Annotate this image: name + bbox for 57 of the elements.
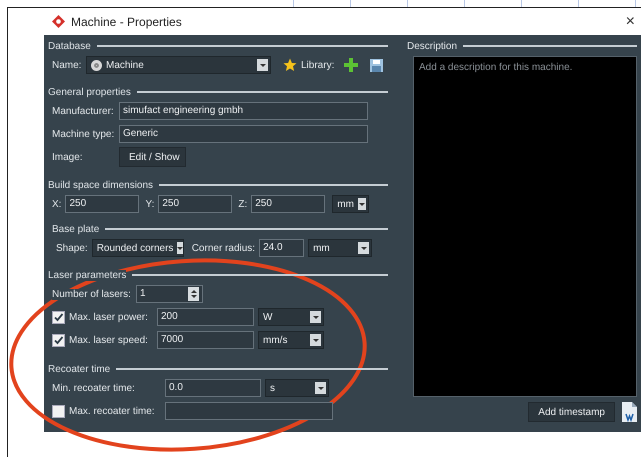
text-field[interactable]: simufact engineering gmbh [119, 102, 368, 120]
dropdown[interactable]: mm [308, 239, 372, 257]
dropdown[interactable]: Rounded corners [92, 239, 184, 257]
field-label: Corner radius: [192, 242, 256, 254]
caret-icon [257, 59, 268, 71]
checkbox[interactable] [52, 310, 65, 324]
section-heading: General properties [48, 86, 131, 98]
add-icon[interactable] [344, 58, 358, 72]
section-heading: Description [407, 40, 458, 52]
field-label: Name: [52, 60, 82, 70]
dropdown[interactable]: Machine [86, 56, 271, 74]
star-icon[interactable] [283, 58, 297, 72]
save-icon[interactable] [370, 58, 384, 72]
number-field[interactable]: 250 [158, 195, 232, 213]
number-field[interactable]: 200 [157, 308, 254, 326]
description-textarea[interactable]: Add a description for this machine. [413, 56, 637, 397]
app-logo-icon [52, 15, 65, 28]
number-field[interactable]: 24.0 [259, 239, 304, 257]
edit-show-button[interactable]: Edit / Show [119, 147, 186, 167]
number-field[interactable]: 250 [251, 195, 326, 213]
number-spinbox[interactable]: 1 [136, 285, 203, 303]
number-field[interactable]: 0.0 [165, 379, 261, 397]
field-label: Number of lasers: [52, 288, 132, 300]
field-label: Library: [301, 60, 334, 70]
dropdown[interactable]: mm/s [258, 331, 324, 349]
field-label: X: [52, 198, 62, 210]
number-field[interactable]: 7000 [157, 331, 254, 349]
checkbox[interactable] [52, 334, 65, 346]
caret-icon [315, 382, 326, 394]
add-timestamp-button[interactable]: Add timestamp [528, 402, 615, 422]
dropdown[interactable]: W [258, 308, 324, 326]
number-field[interactable] [165, 402, 333, 420]
checkbox[interactable] [52, 404, 65, 418]
window-title: Machine - Properties [71, 14, 183, 28]
section-heading: Recoater time [48, 364, 110, 374]
caret-icon [358, 242, 370, 254]
section-heading: Base plate [52, 224, 100, 234]
caret-icon [358, 198, 366, 210]
dropdown[interactable]: s [265, 379, 329, 397]
close-button[interactable]: × [626, 14, 635, 30]
document-icon[interactable] [621, 402, 637, 422]
caret-icon [310, 311, 321, 323]
field-label: Shape: [56, 242, 88, 254]
section-heading: Build space dimensions [48, 180, 154, 190]
field-label: Z: [238, 198, 248, 210]
section-heading: Laser parameters [48, 270, 126, 280]
section-heading: Database [48, 40, 91, 52]
text-field[interactable]: Generic [119, 125, 368, 143]
field-label: Y: [145, 198, 154, 210]
dropdown[interactable]: mm [332, 195, 370, 213]
number-field[interactable]: 250 [65, 195, 140, 213]
field-label: Machine type: [52, 128, 115, 140]
field-label: Manufacturer: [52, 106, 115, 116]
caret-icon [310, 334, 321, 346]
disc-icon [91, 60, 102, 70]
caret-icon [177, 242, 184, 254]
spinner-icon[interactable] [188, 287, 199, 301]
